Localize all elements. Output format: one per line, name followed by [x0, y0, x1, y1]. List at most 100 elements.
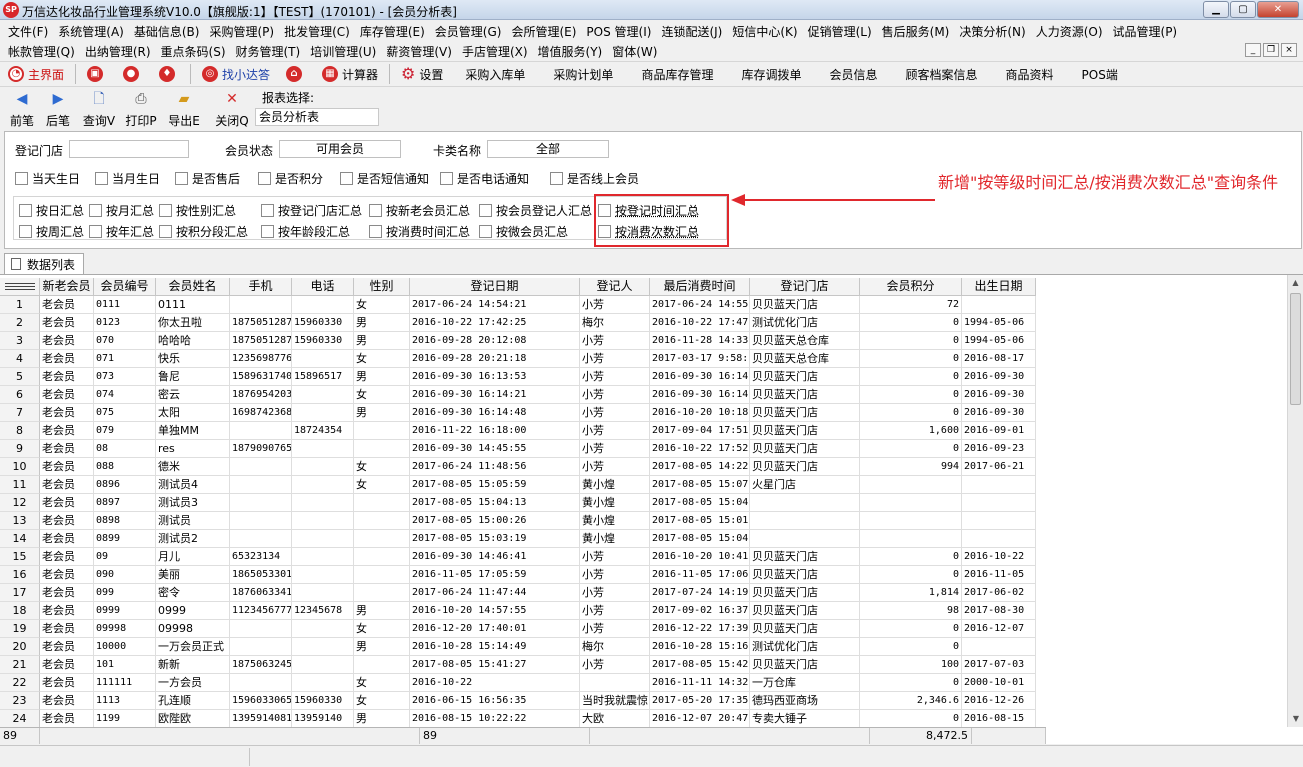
- table-row[interactable]: 13 老会员 0898 测试员 2017-08-05 15:00:26 黄小煌 2017-0…: [0, 512, 1036, 530]
- mdi-minimize-button[interactable]: _: [1245, 43, 1261, 57]
- table-row[interactable]: 20 老会员 10000 一万会员正式 男 2016-10-28 15:14:49 梅尔 20…: [0, 638, 1036, 656]
- export-button[interactable]: ▰ 导出E: [165, 90, 203, 129]
- chat-button[interactable]: ●: [115, 63, 151, 85]
- table-row[interactable]: 2 老会员 0123 你太丑啦 18750512875 15960330 男 2016-10-…: [0, 314, 1036, 332]
- checkbox-icon[interactable]: [261, 225, 274, 238]
- column-header[interactable]: 性别: [354, 278, 410, 296]
- table-row[interactable]: 7 老会员 075 太阳 16987423685 男 2016-09-30 16:14:48…: [0, 404, 1036, 422]
- main-screen-button[interactable]: ◔ 主界面: [0, 63, 72, 85]
- table-row[interactable]: 1 老会员 0111 0111 女 2017-06-24 14:54:21 小芳 2017-0…: [0, 296, 1036, 314]
- filter-checkbox[interactable]: 是否短信通知: [340, 170, 429, 187]
- prev-record-button[interactable]: ◀ 前笔: [3, 90, 41, 129]
- checkbox-icon[interactable]: [89, 204, 102, 217]
- filter-checkbox[interactable]: 是否线上会员: [550, 170, 639, 187]
- status-select[interactable]: 可用会员: [279, 140, 401, 158]
- scroll-down-icon[interactable]: ▼: [1288, 711, 1303, 727]
- help-button[interactable]: ♦: [151, 63, 187, 85]
- summary-checkbox[interactable]: 按会员登记人汇总: [479, 202, 592, 219]
- table-row[interactable]: 15 老会员 09 月儿 65323134 2016-09-30 14:46:41 小芳 20…: [0, 548, 1036, 566]
- checkbox-icon[interactable]: [440, 172, 453, 185]
- query-button[interactable]: 🗋 查询V: [80, 90, 118, 129]
- menu-item[interactable]: 培训管理(U): [305, 43, 381, 60]
- table-row[interactable]: 6 老会员 074 密云 18769542031 女 2016-09-30 16:14:21…: [0, 386, 1036, 404]
- scroll-up-icon[interactable]: ▲: [1288, 275, 1303, 291]
- column-header[interactable]: 电话: [292, 278, 354, 296]
- table-row[interactable]: 17 老会员 099 密令 18760633412 2017-06-24 11:47:44…: [0, 584, 1036, 602]
- table-row[interactable]: 16 老会员 090 美丽 18650533019 2016-11-05 17:05:59…: [0, 566, 1036, 584]
- table-row[interactable]: 10 老会员 088 德米 女 2017-06-24 11:48:56 小芳 2017-08-…: [0, 458, 1036, 476]
- summary-checkbox[interactable]: 按新老会员汇总: [369, 202, 470, 219]
- menu-item[interactable]: 售后服务(M): [877, 23, 955, 40]
- filter-checkbox[interactable]: 当月生日: [95, 170, 160, 187]
- menu-item[interactable]: 会员管理(G): [430, 23, 507, 40]
- next-record-button[interactable]: ▶ 后笔: [39, 90, 77, 129]
- menu-item[interactable]: 出纳管理(R): [80, 43, 156, 60]
- column-header[interactable]: 出生日期: [962, 278, 1036, 296]
- summary-checkbox[interactable]: 按积分段汇总: [159, 223, 248, 240]
- table-row[interactable]: 12 老会员 0897 测试员3 2017-08-05 15:04:13 黄小煌 2017-…: [0, 494, 1036, 512]
- print-button[interactable]: ⎙ 打印P: [122, 90, 160, 129]
- menu-item[interactable]: 薪资管理(V): [381, 43, 457, 60]
- close-report-button[interactable]: ✕ 关闭Q: [213, 90, 251, 129]
- checkbox-icon[interactable]: [369, 225, 382, 238]
- checkbox-icon[interactable]: [159, 204, 172, 217]
- checkbox-icon[interactable]: [19, 204, 32, 217]
- summary-checkbox[interactable]: 按年龄段汇总: [261, 223, 350, 240]
- column-header[interactable]: 登记日期: [410, 278, 580, 296]
- column-header[interactable]: 会员编号: [94, 278, 156, 296]
- mdi-restore-button[interactable]: ❐: [1263, 43, 1279, 57]
- menu-item[interactable]: 手店管理(X): [457, 43, 533, 60]
- checkbox-icon[interactable]: [89, 225, 102, 238]
- table-row[interactable]: 9 老会员 08 res 18790907654 2016-09-30 14:45:55 小…: [0, 440, 1036, 458]
- menu-item[interactable]: 重点条码(S): [156, 43, 231, 60]
- menu-item[interactable]: 会所管理(E): [506, 23, 581, 40]
- filter-checkbox[interactable]: 是否售后: [175, 170, 240, 187]
- summary-checkbox[interactable]: 按日汇总: [19, 202, 84, 219]
- checkbox-icon[interactable]: [479, 204, 492, 217]
- scroll-thumb[interactable]: [1290, 293, 1301, 405]
- menu-item[interactable]: 短信中心(K): [727, 23, 802, 40]
- summary-checkbox[interactable]: 按周汇总: [19, 223, 84, 240]
- table-row[interactable]: 19 老会员 09998 09998 女 2016-12-20 17:40:01 小芳 201…: [0, 620, 1036, 638]
- menu-item[interactable]: POS 管理(I): [581, 23, 656, 40]
- lock-button[interactable]: ▣: [79, 63, 115, 85]
- maximize-button[interactable]: ▢: [1230, 1, 1256, 18]
- table-row[interactable]: 3 老会员 070 哈哈哈 18750512876 15960330 男 2016-09-28…: [0, 332, 1036, 350]
- home-button[interactable]: ⌂: [278, 63, 314, 85]
- menu-item[interactable]: 决策分析(N): [954, 23, 1030, 40]
- checkbox-icon[interactable]: [258, 172, 271, 185]
- checkbox-icon[interactable]: [175, 172, 188, 185]
- menu-item[interactable]: 财务管理(T): [231, 43, 306, 60]
- summary-checkbox[interactable]: 按登记门店汇总: [261, 202, 362, 219]
- summary-checkbox[interactable]: 按微会员汇总: [479, 223, 568, 240]
- menu-item[interactable]: 增值服务(Y): [533, 43, 608, 60]
- calculator-button[interactable]: ▦ 计算器: [314, 63, 386, 85]
- grid-corner[interactable]: [0, 278, 40, 296]
- checkbox-icon[interactable]: [479, 225, 492, 238]
- checkbox-icon[interactable]: [550, 172, 563, 185]
- summary-checkbox[interactable]: 按消费时间汇总: [369, 223, 470, 240]
- summary-checkbox[interactable]: 按月汇总: [89, 202, 154, 219]
- menu-item[interactable]: 人力资源(O): [1031, 23, 1108, 40]
- minimize-button[interactable]: ▁: [1203, 1, 1229, 18]
- toolbar-link[interactable]: 商品资料: [992, 63, 1068, 85]
- column-header[interactable]: 登记人: [580, 278, 650, 296]
- toolbar-link[interactable]: 采购计划单: [539, 63, 627, 85]
- menu-item[interactable]: 帐款管理(Q): [0, 43, 80, 60]
- toolbar-link[interactable]: POS端: [1068, 63, 1132, 85]
- checkbox-icon[interactable]: [95, 172, 108, 185]
- toolbar-link[interactable]: 商品库存管理: [627, 63, 727, 85]
- table-row[interactable]: 8 老会员 079 单独MM 18724354 2016-11-22 16:18:00 小芳…: [0, 422, 1036, 440]
- toolbar-link[interactable]: 采购入库单: [451, 63, 539, 85]
- column-header[interactable]: 最后消费时间: [650, 278, 750, 296]
- summary-checkbox[interactable]: 按年汇总: [89, 223, 154, 240]
- column-header[interactable]: 会员姓名: [156, 278, 230, 296]
- menu-item[interactable]: 系统管理(A): [53, 23, 129, 40]
- toolbar-link[interactable]: 库存调拨单: [727, 63, 815, 85]
- store-input[interactable]: [69, 140, 189, 158]
- menu-item[interactable]: 窗体(W): [607, 43, 662, 60]
- vertical-scrollbar[interactable]: ▲ ▼: [1287, 275, 1303, 727]
- column-header[interactable]: 登记门店: [750, 278, 860, 296]
- toolbar-link[interactable]: 顾客档案信息: [891, 63, 991, 85]
- checkbox-icon[interactable]: [261, 204, 274, 217]
